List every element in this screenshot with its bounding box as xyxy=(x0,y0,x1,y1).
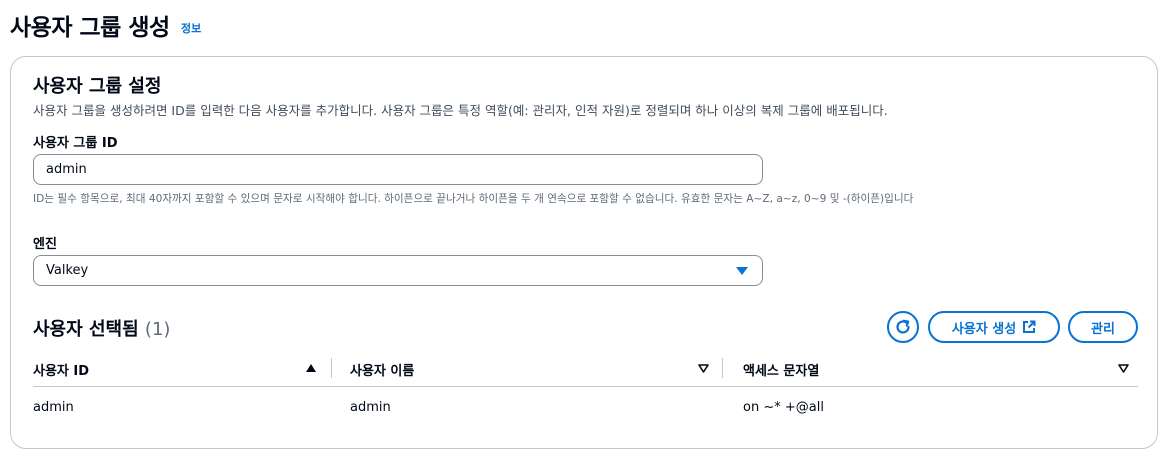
engine-label: 엔진 xyxy=(33,237,57,252)
table-header: 사용자 ID 사용자 이름 액세스 문자열 xyxy=(33,349,1138,387)
users-section-title: 사용자 선택됨 (1) xyxy=(33,315,170,341)
sort-ascending-icon[interactable] xyxy=(306,364,316,372)
group-id-hint: ID는 필수 항목으로, 최대 40자까지 포함할 수 있으며 문자로 시작해야… xyxy=(33,193,914,205)
cell-access-string: on ~* +@all xyxy=(743,400,824,415)
users-title: 사용자 선택됨 xyxy=(33,319,139,340)
users-count: (1) xyxy=(144,319,171,340)
settings-title: 사용자 그룹 설정 xyxy=(33,76,162,97)
engine-select[interactable]: Valkey xyxy=(33,255,763,286)
page-title: 사용자 그룹 생성 xyxy=(10,15,170,41)
info-link[interactable]: 정보 xyxy=(181,20,201,36)
external-link-icon xyxy=(1023,320,1036,333)
manage-label: 관리 xyxy=(1091,321,1115,337)
create-user-label: 사용자 생성 xyxy=(951,321,1017,337)
column-user-name[interactable]: 사용자 이름 xyxy=(350,360,414,379)
column-user-id[interactable]: 사용자 ID xyxy=(33,360,89,379)
column-divider[interactable] xyxy=(331,358,332,378)
sort-icon[interactable] xyxy=(1118,364,1129,373)
column-access-string[interactable]: 액세스 문자열 xyxy=(743,360,819,379)
group-id-label: 사용자 그룹 ID xyxy=(33,136,118,151)
caret-down-icon xyxy=(736,267,748,275)
column-divider[interactable] xyxy=(722,358,723,378)
refresh-button[interactable] xyxy=(887,311,919,343)
refresh-icon xyxy=(896,319,910,334)
engine-value: Valkey xyxy=(46,263,89,278)
manage-button[interactable]: 관리 xyxy=(1068,311,1138,343)
settings-card: 사용자 그룹 설정 사용자 그룹을 생성하려면 ID를 입력한 다음 사용자를 … xyxy=(10,56,1158,449)
cell-user-id: admin xyxy=(33,400,74,415)
group-id-value: admin xyxy=(46,162,87,177)
cell-user-name: admin xyxy=(350,400,391,415)
group-id-input[interactable]: admin xyxy=(33,154,763,185)
create-user-button[interactable]: 사용자 생성 xyxy=(928,311,1060,343)
sort-icon[interactable] xyxy=(698,364,709,373)
settings-description: 사용자 그룹을 생성하려면 ID를 입력한 다음 사용자를 추가합니다. 사용자… xyxy=(33,103,888,118)
